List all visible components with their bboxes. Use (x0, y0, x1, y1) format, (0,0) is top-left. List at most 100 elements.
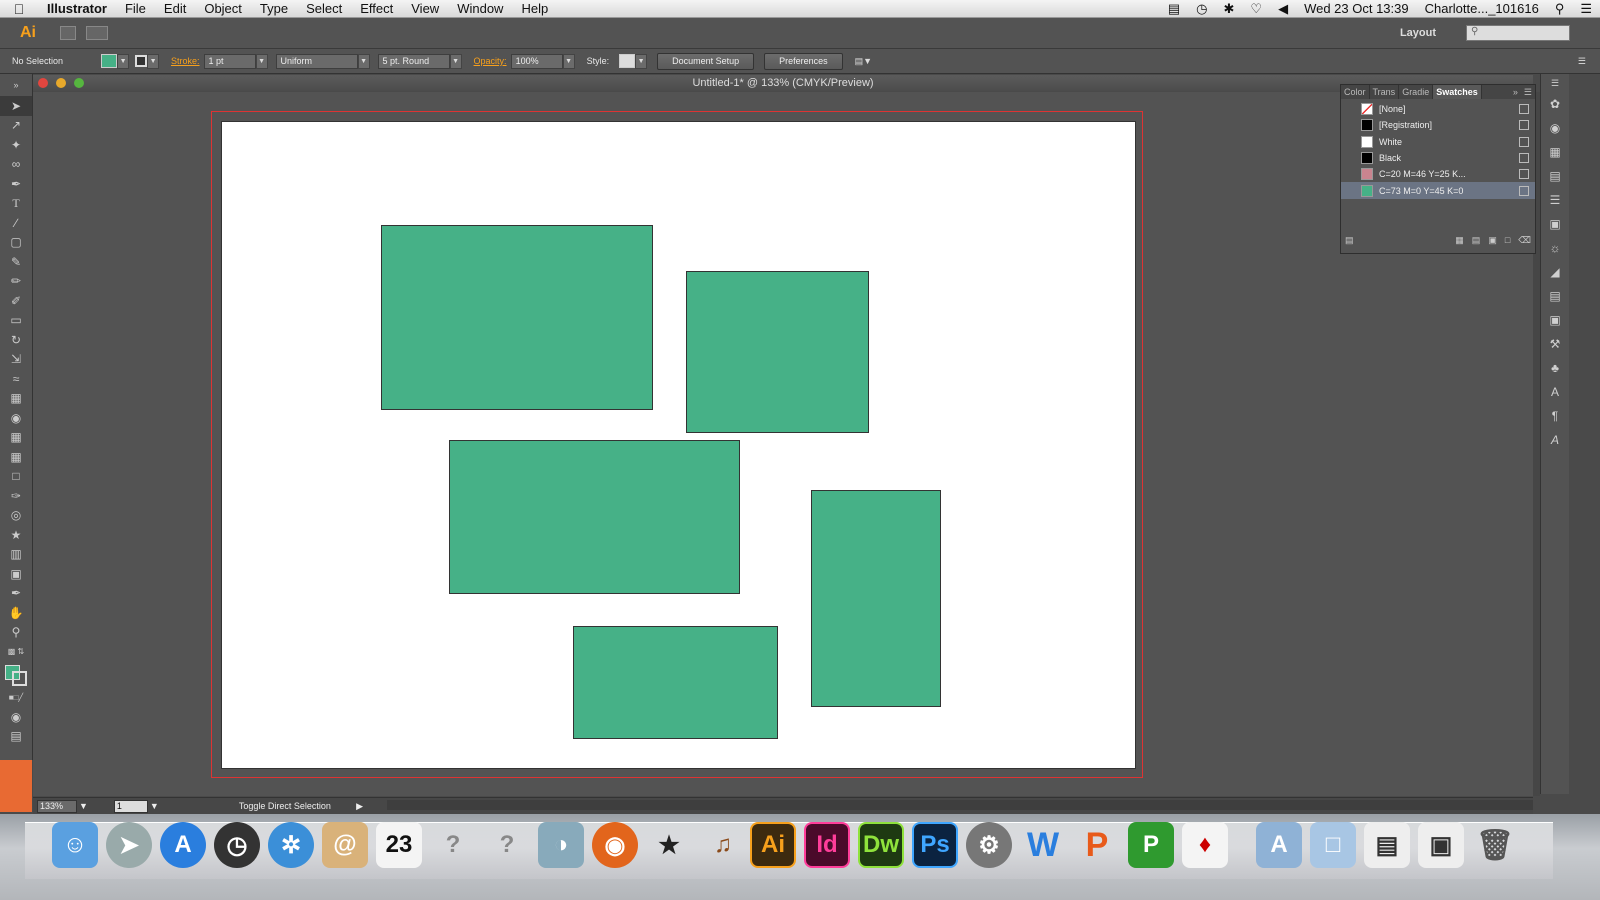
new-color-group-icon[interactable]: ▣ (1488, 235, 1497, 247)
menu-file[interactable]: File (116, 0, 155, 17)
direct-selection-tool-icon[interactable]: ↗ (0, 116, 32, 136)
document-setup-button[interactable]: Document Setup (657, 52, 755, 70)
opacity-label[interactable]: Opacity: (474, 56, 507, 66)
dock-photoshop[interactable]: Ps (912, 822, 958, 868)
panel-menu-icon[interactable]: ☰ (1521, 85, 1535, 99)
green-rectangle-1[interactable] (381, 225, 653, 410)
mesh-tool-icon[interactable]: ▦ (0, 447, 32, 467)
status-tool-hint[interactable]: Toggle Direct Selection (239, 801, 331, 811)
calendar-icon[interactable]: 23 (376, 822, 422, 868)
profile-dropdown-icon[interactable]: ▼ (357, 53, 370, 69)
swatch-white[interactable]: White (1341, 134, 1535, 150)
variable-width-profile[interactable]: Uniform (275, 53, 358, 69)
unknown-app-icon-1[interactable]: ? (430, 822, 476, 868)
artboard-dropdown-icon[interactable]: ▼ (150, 801, 159, 811)
green-rectangle-5[interactable] (573, 626, 778, 739)
spotlight-icon[interactable]: ⚲ (1547, 1, 1573, 17)
new-swatch-icon[interactable]: □ (1505, 235, 1510, 247)
menu-app-name[interactable]: Illustrator (38, 0, 116, 17)
green-rectangle-4[interactable] (811, 490, 941, 707)
documents-folder-icon[interactable]: □ (1310, 822, 1356, 868)
preferences-button[interactable]: Preferences (764, 52, 843, 70)
paintbrush-tool-icon[interactable]: ✎ (0, 252, 32, 272)
slice-tool-icon[interactable]: ✒ (0, 584, 32, 604)
color-mode-icons[interactable]: ■□╱ (0, 688, 32, 708)
swatch-none[interactable]: [None] (1341, 101, 1535, 117)
stroke-swatch[interactable] (135, 55, 148, 67)
powerpoint-icon[interactable]: P (1074, 822, 1120, 868)
show-kinds-icon[interactable]: ▦ (1455, 235, 1464, 247)
menu-select[interactable]: Select (297, 0, 351, 17)
artboard-number-field[interactable]: 1 (113, 799, 148, 813)
horizontal-scrollbar[interactable] (387, 800, 1533, 810)
stroke-weight-field[interactable]: 1 pt (203, 53, 256, 69)
stroke-weight-dropdown-icon[interactable]: ▼ (255, 53, 268, 69)
artboard-tool-icon[interactable]: ▣ (0, 564, 32, 584)
system-preferences-icon[interactable]: ⚙ (966, 822, 1012, 868)
menu-view[interactable]: View (402, 0, 448, 17)
panel-collapse-icon[interactable]: » (1510, 85, 1521, 99)
shape-builder-tool-icon[interactable]: ◉ (0, 408, 32, 428)
garageband-icon[interactable]: ♫ (700, 822, 746, 868)
stroke-color-icon[interactable] (12, 670, 27, 686)
transform-panel-icon[interactable]: ⚒ (1541, 332, 1569, 356)
symbol-sprayer-tool-icon[interactable]: ★ (0, 525, 32, 545)
stroke-label[interactable]: Stroke: (171, 56, 200, 66)
gradient-tool-icon[interactable]: □ (0, 467, 32, 487)
safari-icon[interactable]: ✲ (268, 822, 314, 868)
graphic-style-swatch[interactable] (619, 54, 636, 68)
tab-gradient[interactable]: Gradie (1399, 85, 1434, 99)
free-transform-tool-icon[interactable]: ▦ (0, 389, 32, 409)
dock-dreamweaver[interactable]: Dw (858, 822, 904, 868)
scale-tool-icon[interactable]: ⇲ (0, 350, 32, 370)
layers-panel-icon[interactable]: ♣ (1541, 356, 1569, 380)
type-tool-icon[interactable]: T (0, 194, 32, 214)
document-stack-icon[interactable]: ▣ (1418, 822, 1464, 868)
blob-brush-tool-icon[interactable]: ✐ (0, 291, 32, 311)
arrange-icon[interactable]: ▤▼ (855, 56, 872, 67)
dock-illustrator[interactable]: Ai (750, 822, 796, 868)
brush-dropdown-icon[interactable]: ▼ (449, 53, 462, 69)
acrobat-icon[interactable]: ♦ (1182, 822, 1228, 868)
magic-wand-tool-icon[interactable]: ✦ (0, 135, 32, 155)
column-graph-tool-icon[interactable]: ▥ (0, 545, 32, 565)
paragraph-panel-icon[interactable]: ¶ (1541, 404, 1569, 428)
opacity-dropdown-icon[interactable]: ▼ (562, 53, 575, 69)
brush-definition[interactable]: 5 pt. Round (377, 53, 450, 69)
project-icon[interactable]: P (1128, 822, 1174, 868)
close-window-icon[interactable] (38, 78, 48, 88)
workspace-switcher[interactable]: Layout (1400, 27, 1436, 39)
applications-folder-icon[interactable]: A (1256, 822, 1302, 868)
green-rectangle-3[interactable] (449, 440, 740, 594)
control-panel-menu-icon[interactable]: ☰ (1578, 56, 1586, 67)
stroke-panel-icon[interactable]: ☰ (1541, 188, 1569, 212)
lasso-tool-icon[interactable]: ∞ (0, 155, 32, 175)
zoom-tool-icon[interactable]: ⚲ (0, 623, 32, 643)
appearance-panel-icon[interactable]: ☼ (1541, 236, 1569, 260)
dashboard-icon[interactable]: ◷ (214, 822, 260, 868)
brushes-panel-icon[interactable]: ▤ (1541, 164, 1569, 188)
contacts-icon[interactable]: @ (322, 822, 368, 868)
hand-tool-icon[interactable]: ✋ (0, 603, 32, 623)
menu-object[interactable]: Object (195, 0, 251, 17)
pencil-tool-icon[interactable]: ✏ (0, 272, 32, 292)
green-rectangle-2[interactable] (686, 271, 869, 433)
tab-color[interactable]: Color (1341, 85, 1370, 99)
perspective-grid-tool-icon[interactable]: ▦ (0, 428, 32, 448)
zoom-window-icon[interactable] (74, 78, 84, 88)
align-panel-icon[interactable]: ▤ (1541, 284, 1569, 308)
eraser-tool-icon[interactable]: ▭ (0, 311, 32, 331)
default-fill-stroke-icon[interactable]: ▩ ⇅ (0, 642, 32, 662)
menu-window[interactable]: Window (448, 0, 512, 17)
status-menu-icon[interactable]: ▶ (356, 801, 363, 812)
pathfinder-icon[interactable]: ▣ (1541, 308, 1569, 332)
menu-user[interactable]: Charlotte..._101616 (1417, 1, 1547, 16)
blend-tool-icon[interactable]: ◎ (0, 506, 32, 526)
zoom-dropdown-icon[interactable]: ▼ (79, 801, 88, 811)
character-panel-icon[interactable]: A (1541, 380, 1569, 404)
canvas-area[interactable] (33, 92, 1533, 796)
menu-edit[interactable]: Edit (155, 0, 195, 17)
launchpad-icon[interactable]: ➤ (106, 822, 152, 868)
zoom-level-field[interactable]: 133% (37, 799, 77, 813)
opacity-field[interactable]: 100% (510, 53, 563, 69)
